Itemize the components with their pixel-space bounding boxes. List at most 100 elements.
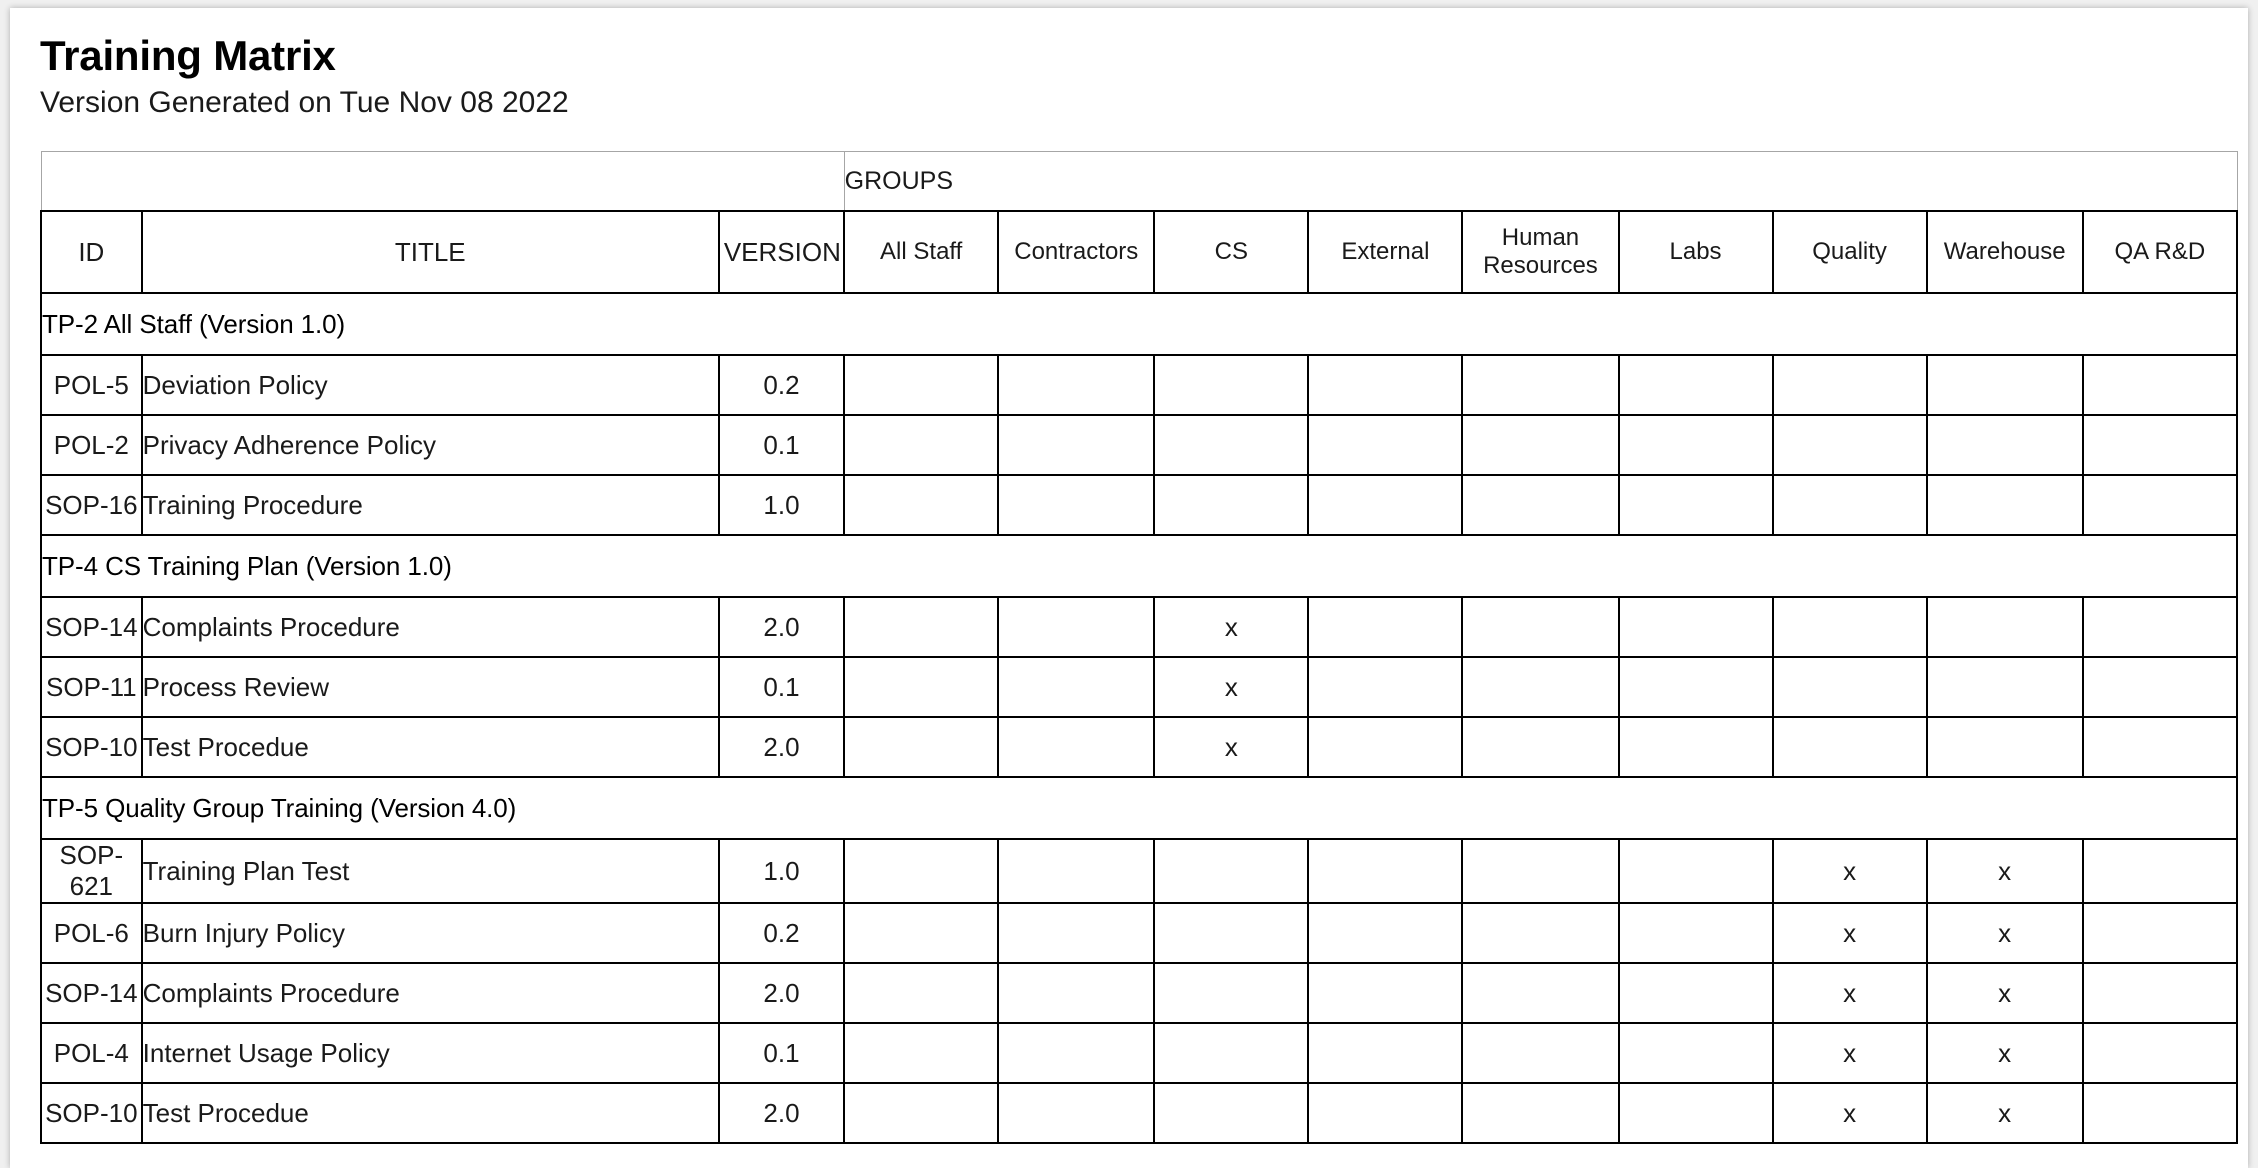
cell-group-empty-cs[interactable]: [1153, 838, 1310, 905]
table-row[interactable]: POL-5 Deviation Policy 0.2: [40, 354, 2239, 417]
cell-group-empty-labs[interactable]: [1617, 902, 1774, 965]
cell-group-mark-quality[interactable]: x: [1771, 1082, 1928, 1145]
cell-group-empty-warehouse[interactable]: [1925, 716, 2084, 779]
cell-group-empty-contractors[interactable]: [997, 656, 1156, 719]
cell-group-empty-labs[interactable]: [1617, 474, 1774, 537]
cell-group-empty-external[interactable]: [1307, 1022, 1464, 1085]
cell-group-empty-warehouse[interactable]: [1925, 656, 2084, 719]
cell-group-empty-labs[interactable]: [1617, 656, 1774, 719]
cell-group-mark-warehouse[interactable]: x: [1925, 838, 2084, 905]
header-cell-group-contractors[interactable]: Contractors: [997, 210, 1156, 295]
cell-group-empty-all-staff[interactable]: [843, 838, 1000, 905]
cell-group-empty-human-resources[interactable]: [1461, 656, 1620, 719]
cell-group-empty-external[interactable]: [1307, 474, 1464, 537]
cell-group-empty-warehouse[interactable]: [1925, 354, 2084, 417]
cell-group-empty-contractors[interactable]: [997, 962, 1156, 1025]
cell-group-empty-external[interactable]: [1307, 656, 1464, 719]
cell-group-empty-contractors[interactable]: [997, 354, 1156, 417]
cell-group-empty-contractors[interactable]: [997, 1082, 1156, 1145]
cell-group-empty-human-resources[interactable]: [1461, 962, 1620, 1025]
cell-group-empty-quality[interactable]: [1771, 596, 1928, 659]
cell-group-empty-human-resources[interactable]: [1461, 1022, 1620, 1085]
cell-group-empty-external[interactable]: [1307, 1082, 1464, 1145]
table-row[interactable]: SOP-16 Training Procedure 1.0: [40, 474, 2239, 537]
cell-group-empty-cs[interactable]: [1153, 902, 1310, 965]
cell-group-mark-quality[interactable]: x: [1771, 962, 1928, 1025]
cell-group-empty-cs[interactable]: [1153, 354, 1310, 417]
cell-group-empty-labs[interactable]: [1617, 1082, 1774, 1145]
cell-group-empty-all-staff[interactable]: [843, 414, 1000, 477]
cell-group-empty-warehouse[interactable]: [1925, 596, 2084, 659]
cell-group-mark-quality[interactable]: x: [1771, 838, 1928, 905]
cell-group-empty-human-resources[interactable]: [1461, 596, 1620, 659]
cell-group-empty-human-resources[interactable]: [1461, 354, 1620, 417]
cell-group-mark-cs[interactable]: x: [1153, 596, 1310, 659]
cell-group-empty-external[interactable]: [1307, 962, 1464, 1025]
table-row[interactable]: SOP-14 Complaints Procedure 2.0 x x: [40, 962, 2239, 1025]
cell-group-empty-qa-r-d[interactable]: [2081, 716, 2239, 779]
cell-group-empty-quality[interactable]: [1771, 354, 1928, 417]
header-cell-group-external[interactable]: External: [1307, 210, 1464, 295]
cell-group-empty-cs[interactable]: [1153, 414, 1310, 477]
cell-group-empty-external[interactable]: [1307, 354, 1464, 417]
cell-group-empty-labs[interactable]: [1617, 716, 1774, 779]
header-cell-version[interactable]: VERSION: [717, 210, 846, 295]
cell-group-empty-warehouse[interactable]: [1925, 414, 2084, 477]
cell-group-empty-qa-r-d[interactable]: [2081, 902, 2239, 965]
table-row[interactable]: SOP-10 Test Procedue 2.0 x x: [40, 1082, 2239, 1145]
cell-group-empty-contractors[interactable]: [997, 474, 1156, 537]
cell-group-empty-human-resources[interactable]: [1461, 1082, 1620, 1145]
header-cell-group-cs[interactable]: CS: [1153, 210, 1310, 295]
cell-group-mark-quality[interactable]: x: [1771, 902, 1928, 965]
header-cell-group-warehouse[interactable]: Warehouse: [1925, 210, 2084, 295]
cell-group-empty-external[interactable]: [1307, 838, 1464, 905]
header-cell-group-qa-r-d[interactable]: QA R&D: [2081, 210, 2239, 295]
header-cell-title[interactable]: TITLE: [140, 210, 720, 295]
cell-group-empty-warehouse[interactable]: [1925, 474, 2084, 537]
cell-group-empty-all-staff[interactable]: [843, 1082, 1000, 1145]
cell-group-empty-contractors[interactable]: [997, 838, 1156, 905]
cell-group-empty-external[interactable]: [1307, 414, 1464, 477]
cell-group-empty-all-staff[interactable]: [843, 596, 1000, 659]
cell-group-empty-qa-r-d[interactable]: [2081, 838, 2239, 905]
cell-group-empty-contractors[interactable]: [997, 716, 1156, 779]
cell-group-empty-all-staff[interactable]: [843, 716, 1000, 779]
cell-group-empty-qa-r-d[interactable]: [2081, 1082, 2239, 1145]
cell-group-empty-quality[interactable]: [1771, 716, 1928, 779]
cell-group-empty-cs[interactable]: [1153, 1082, 1310, 1145]
cell-group-empty-human-resources[interactable]: [1461, 474, 1620, 537]
cell-group-empty-cs[interactable]: [1153, 1022, 1310, 1085]
cell-group-empty-human-resources[interactable]: [1461, 716, 1620, 779]
cell-group-empty-qa-r-d[interactable]: [2081, 354, 2239, 417]
cell-group-empty-external[interactable]: [1307, 902, 1464, 965]
cell-group-empty-contractors[interactable]: [997, 414, 1156, 477]
cell-group-empty-contractors[interactable]: [997, 902, 1156, 965]
cell-group-mark-quality[interactable]: x: [1771, 1022, 1928, 1085]
cell-group-empty-human-resources[interactable]: [1461, 902, 1620, 965]
cell-group-empty-qa-r-d[interactable]: [2081, 962, 2239, 1025]
cell-group-empty-all-staff[interactable]: [843, 474, 1000, 537]
cell-group-mark-cs[interactable]: x: [1153, 716, 1310, 779]
cell-group-empty-labs[interactable]: [1617, 1022, 1774, 1085]
header-cell-group-quality[interactable]: Quality: [1771, 210, 1928, 295]
table-row[interactable]: SOP-621 Training Plan Test 1.0 x x: [40, 838, 2239, 905]
cell-group-empty-external[interactable]: [1307, 596, 1464, 659]
table-row[interactable]: POL-2 Privacy Adherence Policy 0.1: [40, 414, 2239, 477]
header-cell-group-human-resources[interactable]: Human Resources: [1461, 210, 1620, 295]
table-row[interactable]: SOP-14 Complaints Procedure 2.0 x: [40, 596, 2239, 659]
table-row[interactable]: POL-6 Burn Injury Policy 0.2 x x: [40, 902, 2239, 965]
cell-group-empty-all-staff[interactable]: [843, 1022, 1000, 1085]
cell-group-empty-human-resources[interactable]: [1461, 838, 1620, 905]
cell-group-empty-labs[interactable]: [1617, 838, 1774, 905]
header-cell-group-labs[interactable]: Labs: [1617, 210, 1774, 295]
header-cell-id[interactable]: ID: [40, 210, 143, 295]
cell-group-empty-contractors[interactable]: [997, 1022, 1156, 1085]
cell-group-empty-quality[interactable]: [1771, 474, 1928, 537]
cell-group-empty-qa-r-d[interactable]: [2081, 1022, 2239, 1085]
cell-group-empty-cs[interactable]: [1153, 474, 1310, 537]
cell-group-empty-contractors[interactable]: [997, 596, 1156, 659]
cell-group-empty-labs[interactable]: [1617, 962, 1774, 1025]
cell-group-mark-warehouse[interactable]: x: [1925, 902, 2084, 965]
cell-group-empty-qa-r-d[interactable]: [2081, 596, 2239, 659]
cell-group-empty-all-staff[interactable]: [843, 962, 1000, 1025]
